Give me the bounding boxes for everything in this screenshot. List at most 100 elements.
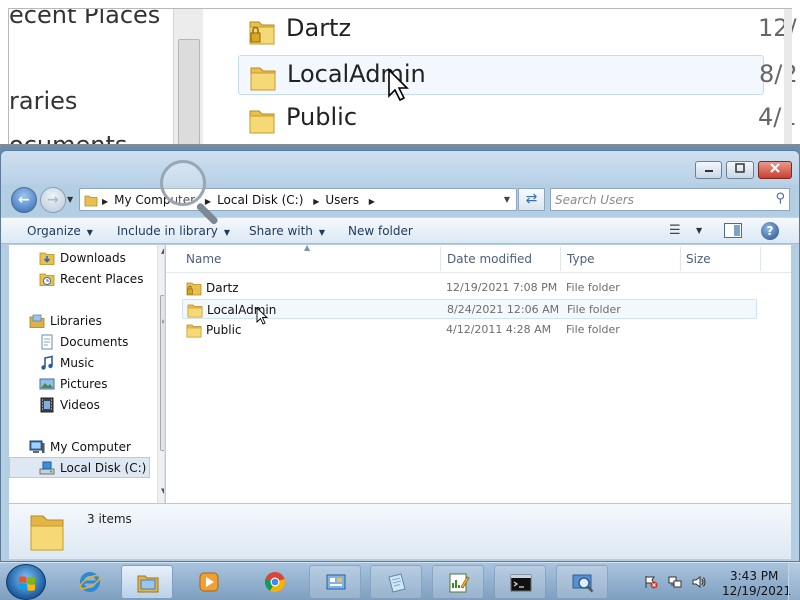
nav-item-music[interactable]: Music — [9, 353, 150, 374]
taskbar-chrome[interactable] — [249, 565, 301, 599]
nav-label-music: Music — [60, 356, 95, 370]
change-view-button[interactable]: ☰ — [669, 223, 681, 238]
forward-button[interactable]: → — [40, 187, 66, 213]
magnifier-lens-icon[interactable] — [160, 160, 206, 206]
action-center-flag-icon[interactable] — [644, 575, 658, 589]
column-headers: ▲ Name Date modified Type Size — [166, 243, 791, 273]
folder-icon — [186, 324, 202, 338]
breadcrumb-users[interactable]: Users — [325, 193, 359, 207]
address-bar[interactable]: ▶ My Computer ▶ Local Disk (C:) ▶ Users ▶ ▼ — [79, 188, 517, 211]
search-input[interactable] — [555, 191, 761, 208]
taskbar-control-panel[interactable] — [309, 565, 361, 599]
music-note-icon — [41, 355, 53, 370]
recent-pages-dropdown[interactable]: ▼ — [67, 195, 73, 204]
refresh-button[interactable]: ⇄ — [518, 188, 545, 211]
column-divider[interactable] — [760, 247, 761, 271]
nav-item-my-computer[interactable]: My Computer — [9, 437, 150, 458]
preview-pane-button[interactable] — [724, 223, 742, 238]
file-date-modified: 12/19/2021 7:08 PM — [446, 281, 558, 294]
notification-area: 3:43 PM 12/19/2021 — [640, 569, 800, 598]
magnifier-name-dartz: Dartz — [286, 14, 352, 42]
chevron-right-icon[interactable]: ▶ — [369, 197, 375, 206]
chevron-right-icon[interactable]: ▶ — [313, 197, 319, 206]
share-with-label: Share with — [249, 224, 313, 238]
column-header-type[interactable]: Type — [567, 252, 595, 266]
volume-icon[interactable] — [692, 575, 706, 589]
back-button[interactable]: ← — [11, 187, 37, 213]
chevron-right-icon[interactable]: ▶ — [102, 197, 108, 206]
include-in-library-label: Include in library — [117, 224, 218, 238]
include-in-library-button[interactable]: Include in library ▼ — [117, 224, 230, 238]
windows-explorer-icon — [137, 575, 159, 593]
chevron-right-icon[interactable]: ▶ — [205, 197, 211, 206]
chevron-down-icon: ▼ — [318, 228, 326, 237]
file-type: File folder — [566, 323, 620, 336]
title-bar[interactable] — [1, 151, 799, 185]
taskbar-command-prompt[interactable] — [494, 565, 546, 599]
taskbar-windows-explorer[interactable] — [121, 565, 173, 599]
nav-item-libraries[interactable]: Libraries — [9, 311, 150, 332]
show-desktop-button[interactable] — [788, 563, 800, 600]
table-row-dartz[interactable]: Dartz 12/19/2021 7:08 PM File folder — [182, 278, 757, 298]
file-type: File folder — [567, 303, 621, 316]
maximize-button[interactable] — [726, 161, 754, 179]
navigation-bar: ← → ▼ ▶ My Computer ▶ Local Disk (C:) ▶ Use… — [1, 185, 799, 215]
address-dropdown-icon[interactable]: ▼ — [504, 195, 510, 204]
details-view-icon: ☰ — [669, 223, 681, 238]
command-prompt-icon — [510, 574, 532, 592]
view-options-dropdown[interactable]: ▼ — [696, 226, 702, 235]
taskbar-spreadsheet-app[interactable] — [432, 565, 484, 599]
share-with-button[interactable]: Share with ▼ — [249, 224, 325, 238]
taskbar-internet-explorer[interactable] — [64, 565, 116, 599]
magnifier-view: ecent Places raries ocuments Dartz 12/ L… — [0, 0, 800, 146]
clock-date[interactable]: 12/19/2021 — [722, 584, 791, 598]
nav-item-pictures[interactable]: Pictures — [9, 374, 150, 395]
nav-item-recent-places[interactable]: Recent Places — [9, 269, 150, 290]
help-icon: ? — [766, 224, 774, 238]
nav-label-local-disk: Local Disk (C:) — [60, 461, 147, 475]
magnifier-row-dartz: Dartz 12/ — [238, 10, 797, 50]
local-disk-icon — [39, 461, 55, 475]
new-folder-button[interactable]: New folder — [348, 224, 413, 238]
windows-logo-icon — [19, 576, 35, 591]
column-divider[interactable] — [680, 247, 681, 271]
clock-time[interactable]: 3:43 PM — [730, 569, 778, 583]
organize-button[interactable]: Organize ▼ — [27, 224, 93, 238]
nav-item-local-disk[interactable]: Local Disk (C:) — [9, 457, 150, 478]
nav-label-videos: Videos — [60, 398, 100, 412]
magnifier-scrollbar — [173, 9, 203, 144]
scroll-down-icon[interactable]: ▼ — [161, 487, 164, 495]
search-icon[interactable]: ⚲ — [775, 191, 785, 206]
folder-icon — [84, 195, 98, 207]
start-button[interactable] — [6, 564, 46, 600]
close-button[interactable] — [758, 161, 792, 179]
column-divider[interactable] — [560, 247, 561, 271]
close-icon — [770, 163, 780, 173]
nav-label-documents: Documents — [60, 335, 129, 349]
nav-item-videos[interactable]: Videos — [9, 395, 150, 416]
column-header-size[interactable]: Size — [686, 252, 711, 266]
network-icon[interactable] — [668, 575, 682, 589]
column-header-date-modified[interactable]: Date modified — [447, 252, 532, 266]
notepad-icon — [388, 573, 406, 593]
help-button[interactable]: ? — [761, 222, 779, 240]
command-bar: Organize ▼ Include in library ▼ Share with… — [1, 217, 799, 244]
nav-item-documents[interactable]: Documents — [9, 332, 150, 353]
column-header-name[interactable]: Name — [186, 252, 221, 266]
taskbar-notepad[interactable] — [370, 565, 422, 599]
locked-folder-icon — [186, 282, 202, 296]
chevron-down-icon: ▼ — [223, 228, 231, 237]
taskbar-media-player[interactable] — [183, 565, 235, 599]
scroll-up-icon[interactable]: ▲ — [161, 247, 164, 255]
minimize-button[interactable] — [695, 161, 722, 179]
breadcrumb-local-disk[interactable]: Local Disk (C:) — [217, 193, 303, 207]
navigation-scrollbar[interactable]: ▲ ≡ ▼ — [157, 245, 164, 503]
taskbar-magnifier[interactable] — [556, 565, 608, 599]
folder-icon — [30, 515, 64, 551]
nav-item-downloads[interactable]: Downloads — [9, 248, 150, 269]
magnifier-nav-text-recent: ecent Places — [9, 9, 161, 29]
search-box[interactable]: ⚲ — [550, 188, 790, 211]
magnifier-right-scrollbar — [784, 9, 792, 144]
forward-arrow-icon: → — [47, 192, 59, 208]
column-divider[interactable] — [440, 247, 441, 271]
